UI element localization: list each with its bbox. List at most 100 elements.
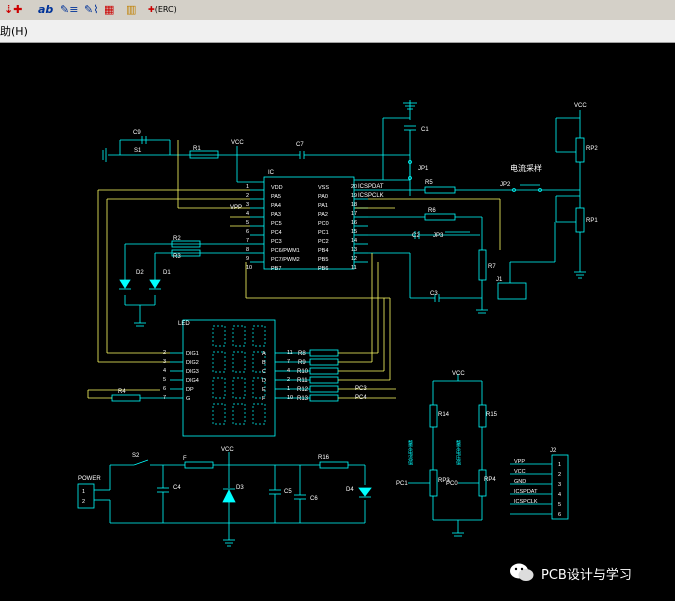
label-r11: R11 — [297, 378, 308, 384]
label-r5: R5 — [425, 180, 433, 186]
ic-left-pin-num: 6 — [246, 229, 249, 235]
led-left-pin-name: G — [186, 396, 190, 402]
label-d1: D1 — [163, 270, 171, 276]
watermark: PCB设计与学习 — [509, 561, 669, 585]
label-led: LED — [178, 321, 190, 327]
menu-help[interactable]: 助(H) — [0, 23, 28, 39]
ic-left-pin-name: PC7/PWM2 — [271, 257, 300, 263]
ic-left-pin-name: VDD — [271, 185, 283, 191]
ic-right-pin-name: VSS — [318, 185, 329, 191]
ic-left-pin-num: 1 — [246, 184, 249, 190]
label-pc4: PC4 — [355, 395, 367, 401]
ic-right-pin-name: PB6 — [318, 266, 328, 272]
ic-right-pin-name: PB5 — [318, 257, 328, 263]
ic-right-pin-num: 20 — [351, 184, 357, 190]
led-left-pin-num: 4 — [163, 368, 166, 374]
watermark-text: PCB设计与学习 — [541, 568, 632, 583]
netlist-icon[interactable]: ▥ — [126, 1, 136, 18]
schematic-canvas[interactable]: IC LED R1 R2 R3 R4 R5 R6 R7 R8 R9 R10 R1… — [0, 43, 675, 601]
bus-icon[interactable]: ✎⌇ — [84, 1, 99, 18]
ic-right-pin-num: 15 — [351, 229, 357, 235]
ic-right-pin-num: 14 — [351, 238, 357, 244]
label-r16: R16 — [318, 455, 330, 461]
ic-left-pin-num: 2 — [246, 193, 249, 199]
led-right-pin-num: 4 — [287, 368, 290, 374]
label-r8: R8 — [298, 351, 306, 357]
label-r13: R13 — [297, 396, 309, 402]
label-s1: S1 — [134, 148, 142, 154]
label-icon[interactable]: ab — [38, 1, 53, 18]
led-right-pin-name: F — [262, 396, 266, 402]
led-right-pin-num: 1 — [287, 386, 290, 392]
label-s2: S2 — [132, 453, 140, 459]
ic-right-pin-name: PA2 — [318, 212, 328, 218]
power-pin-2: 2 — [82, 499, 85, 505]
ic-right-pin-name: PA0 — [318, 194, 328, 200]
label-fuse: F — [183, 456, 187, 462]
led-left-pin-num: 5 — [163, 377, 166, 383]
led-left-pin-num: 6 — [163, 386, 166, 392]
label-r9: R9 — [298, 360, 306, 366]
led-left-pin-num: 7 — [163, 395, 166, 401]
label-c5: C5 — [284, 489, 292, 495]
app-window: ⇣✚ ab ✎≡ ✎⌇ ▦ ▥ ✚(ERC) 助(H) IC LED R1 R2… — [0, 0, 675, 601]
led-left-pin-name: DIG3 — [186, 369, 199, 375]
j2-net-name: GND — [514, 479, 526, 485]
ic-left-pin-name: PC3 — [271, 239, 282, 245]
ic-left-pin-num: 10 — [246, 265, 252, 271]
label-r6: R6 — [428, 208, 436, 214]
label-jp1: JP1 — [418, 166, 429, 172]
label-jp3: JP3 — [433, 233, 444, 239]
ic-right-pin-name: PA1 — [318, 203, 328, 209]
led-right-pin-name: B — [262, 360, 266, 366]
ic-right-pin-num: 16 — [351, 220, 357, 226]
ic-right-pin-name: PB4 — [318, 248, 328, 254]
label-power: POWER — [78, 476, 101, 482]
label-vpp: VPP — [230, 205, 242, 211]
label-d2: D2 — [136, 270, 144, 276]
note-pot-left: 整定电流值 — [407, 439, 413, 466]
label-c3: C3 — [430, 291, 438, 297]
label-r15: R15 — [486, 412, 498, 418]
label-vcc-rp: VCC — [574, 103, 587, 109]
ic-left-pin-name: PC6/PWM1 — [271, 248, 300, 254]
led-left-pin-name: DIG1 — [186, 351, 199, 357]
label-r1: R1 — [193, 146, 201, 152]
label-j1: J1 — [496, 277, 503, 283]
led-right-pin-name: C — [262, 369, 266, 375]
label-pc3: PC3 — [355, 386, 367, 392]
label-pc1: PC1 — [396, 481, 408, 487]
ic-left-pin-num: 9 — [246, 256, 249, 262]
ic-right-pin-num: 19 — [351, 193, 357, 199]
j2-pin-num: 6 — [558, 512, 561, 518]
led-right-pin-num: 10 — [287, 395, 293, 401]
wire-edit-icon[interactable]: ✎≡ — [60, 1, 78, 18]
ic-left-pin-num: 8 — [246, 247, 249, 253]
label-c2: C2 — [412, 233, 420, 239]
led-right-pin-name: A — [262, 351, 266, 357]
label-icspclk: ICSPCLK — [358, 193, 384, 199]
chip-icon[interactable]: ▦ — [104, 1, 114, 18]
label-c4: C4 — [173, 485, 181, 491]
ic-right-pin-name: PC1 — [318, 230, 329, 236]
label-d3: D3 — [236, 485, 244, 491]
label-r14: R14 — [438, 412, 450, 418]
ic-left-pin-num: 4 — [246, 211, 249, 217]
label-rp1: RP1 — [586, 218, 598, 224]
led-right-pin-num: 2 — [287, 377, 290, 383]
label-r3: R3 — [173, 254, 181, 260]
j2-net-name: ICSPDAT — [514, 489, 538, 495]
led-left-pin-name: DP — [186, 387, 194, 393]
export-icon[interactable]: ✚(ERC) — [148, 1, 177, 18]
ic-right-pin-num: 13 — [351, 247, 357, 253]
ic-right-pin-num: 17 — [351, 211, 357, 217]
label-vcc-bottom: VCC — [221, 447, 234, 453]
label-r2: R2 — [173, 236, 181, 242]
menubar: 助(H) — [0, 20, 675, 43]
led-left-pin-name: DIG4 — [186, 378, 199, 384]
add-part-icon[interactable]: ⇣✚ — [4, 1, 22, 18]
label-c6: C6 — [310, 496, 318, 502]
label-d4: D4 — [346, 487, 354, 493]
erc-label: (ERC) — [154, 5, 177, 14]
ic-left-pin-num: 3 — [246, 202, 249, 208]
